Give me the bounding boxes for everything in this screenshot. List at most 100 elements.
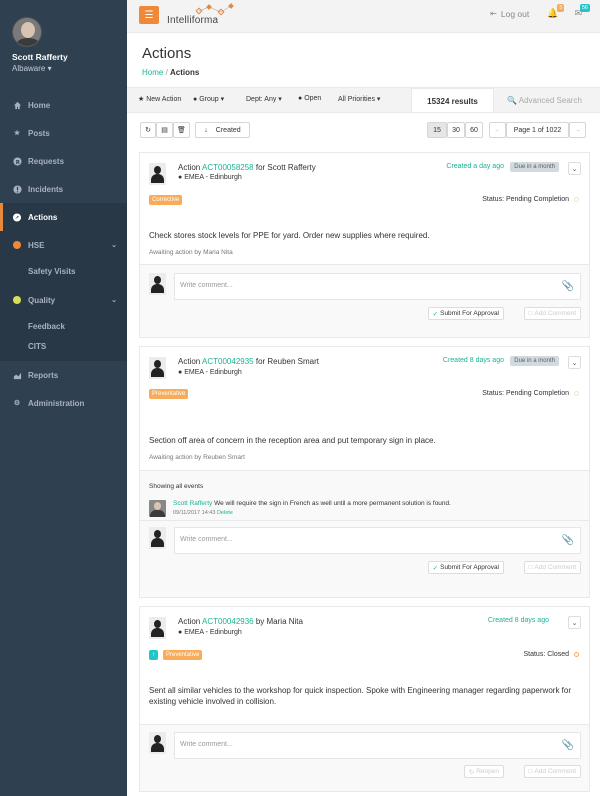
view-toggle-button[interactable]: ▤ [156,122,173,138]
sidebar-item-cits[interactable]: CITS [0,336,127,356]
group-label: Group ▾ [199,96,225,103]
page-heading: Actions Home / Actions [127,33,600,88]
sidebar-item-quality[interactable]: Quality ⌄ [0,286,127,314]
sidebar-item-posts[interactable]: ★ Posts [0,119,127,147]
paperclip-icon[interactable]: 📎 [562,740,574,751]
awaiting-text: Awaiting action by Maria Nita [149,249,233,256]
add-comment-button[interactable]: □ Add Comment [523,765,581,778]
reopen-icon: ↻ [468,768,475,776]
page-size-30[interactable]: 30 [447,122,465,138]
new-action-button[interactable]: ★ New Action [138,95,181,103]
submenu-quality: Feedback CITS [0,314,127,361]
awaiting-text: Awaiting action by Reuben Smart [149,454,245,461]
dept-dropdown[interactable]: Dept: Any ▾ [246,95,282,103]
event-author-link[interactable]: Scott Rafferty [173,500,212,507]
sidebar-item-home[interactable]: Home [0,91,127,119]
profile-org[interactable]: Albaware ▾ [12,64,127,73]
paperclip-icon[interactable]: 📎 [562,281,574,292]
results-tab[interactable]: 15324 results [411,88,494,113]
submit-approval-button[interactable]: ✓ Submit For Approval [427,307,504,320]
comment-input[interactable]: Write comment... 📎 [174,273,581,300]
open-label: Open [304,95,322,102]
action-ref-link[interactable]: ACT00042935 [202,357,254,366]
advanced-search-tab[interactable]: 🔍 Advanced Search [507,96,582,105]
type-label: Preventative [149,389,189,399]
gear-icon: ⚙ [13,400,21,407]
menu-toggle-button[interactable]: ☰ [139,6,159,24]
action-ref-link[interactable]: ACT00042936 [202,617,254,626]
event-item: Scott Rafferty We will require the sign … [173,500,579,516]
sort-button[interactable]: ↓ Created [195,122,250,138]
chart-icon [12,371,22,380]
action-menu-button[interactable]: ⌄ [568,162,581,175]
location-label: EMEA - Edinburgh [184,629,242,636]
status-dot-icon [574,197,579,202]
event-meta: 09/11/2017 14:43 Delete [173,510,579,516]
next-page-button[interactable]: → [569,122,586,138]
page-size-60[interactable]: 60 [465,122,483,138]
profile-name[interactable]: Scott Rafferty [12,52,127,62]
sidebar-item-safety-visits[interactable]: Safety Visits [0,261,127,281]
sidebar-item-label: HSE [28,240,45,250]
action-description: Check stores stock levels for PPE for ya… [149,231,430,240]
comment-input[interactable]: Write comment... 📎 [174,527,581,554]
notifications-button[interactable]: 🔔 5 [547,4,565,19]
sidebar-item-reports[interactable]: Reports [0,361,127,389]
chevron-down-icon: ⌄ [111,297,117,304]
sidebar-item-actions[interactable]: Actions [0,203,127,231]
avatar[interactable] [12,17,42,47]
comment-placeholder: Write comment... [180,536,233,543]
submenu-hse: Safety Visits [0,259,127,286]
type-label: Preventative [163,650,203,660]
commenter-avatar [149,273,166,295]
request-icon: R [12,156,22,166]
comment-icon: □ [528,768,533,775]
submit-approval-label: Submit For Approval [440,564,499,571]
add-comment-button[interactable]: □ Add Comment [523,561,581,574]
sidebar-item-feedback[interactable]: Feedback [0,316,127,336]
comment-input[interactable]: Write comment... 📎 [174,732,581,759]
actions-icon [12,212,22,222]
assignee-avatar [149,357,166,379]
paperclip-icon[interactable]: 📎 [562,535,574,546]
sidebar-nav: Home ★ Posts R Requests Incidents Action… [0,91,127,417]
messages-button[interactable]: ✉ 56 [574,4,590,19]
prev-page-button[interactable]: ← [489,122,506,138]
page-size-15[interactable]: 15 [427,122,447,138]
status-text: Status: Pending Completion [482,390,569,397]
action-card: Action ACT00058258 for Scott Rafferty ● … [139,152,590,338]
chevron-down-icon: ⌄ [111,242,117,249]
notifications-badge: 5 [557,4,565,12]
comment-area: Write comment... 📎 ✓ Submit For Approval … [140,265,589,337]
sidebar-item-hse[interactable]: HSE ⌄ [0,231,127,259]
action-assignee: by Maria Nita [255,617,303,626]
chevron-down-icon: ⌄ [571,619,578,627]
logout-link[interactable]: ⇤ Log out [490,9,529,19]
sidebar-item-incidents[interactable]: Incidents [0,175,127,203]
action-menu-button[interactable]: ⌄ [568,616,581,629]
add-comment-button[interactable]: □ Add Comment [523,307,581,320]
export-button[interactable]: 🗑 [173,122,190,138]
sidebar-item-requests[interactable]: R Requests [0,147,127,175]
add-comment-label: Add Comment [534,564,576,571]
assignee-avatar [149,617,166,639]
priorities-dropdown[interactable]: All Priorities ▾ [338,95,380,103]
comment-placeholder: Write comment... [180,282,233,289]
event-avatar [149,500,166,517]
action-menu-button[interactable]: ⌄ [568,356,581,369]
action-prefix: Action [178,163,201,172]
reopen-button[interactable]: ↻ Reopen [463,765,504,778]
sidebar-item-label: Incidents [28,184,64,194]
submit-approval-button[interactable]: ✓ Submit For Approval [427,561,504,574]
chevron-down-icon: ⌄ [571,359,578,367]
refresh-button[interactable]: ↻ [140,122,156,138]
logo[interactable]: Intelliforma [167,3,234,26]
breadcrumb-home[interactable]: Home [142,68,163,77]
sort-icon: ↓ [204,126,208,134]
event-delete-link[interactable]: Delete [217,510,233,516]
open-filter[interactable]: ● Open [298,95,321,102]
group-dropdown[interactable]: ● Group ▾ [193,95,224,103]
sidebar-item-administration[interactable]: ⚙ Administration [0,389,127,417]
page-title: Actions [142,45,192,62]
action-ref-link[interactable]: ACT00058258 [202,163,254,172]
